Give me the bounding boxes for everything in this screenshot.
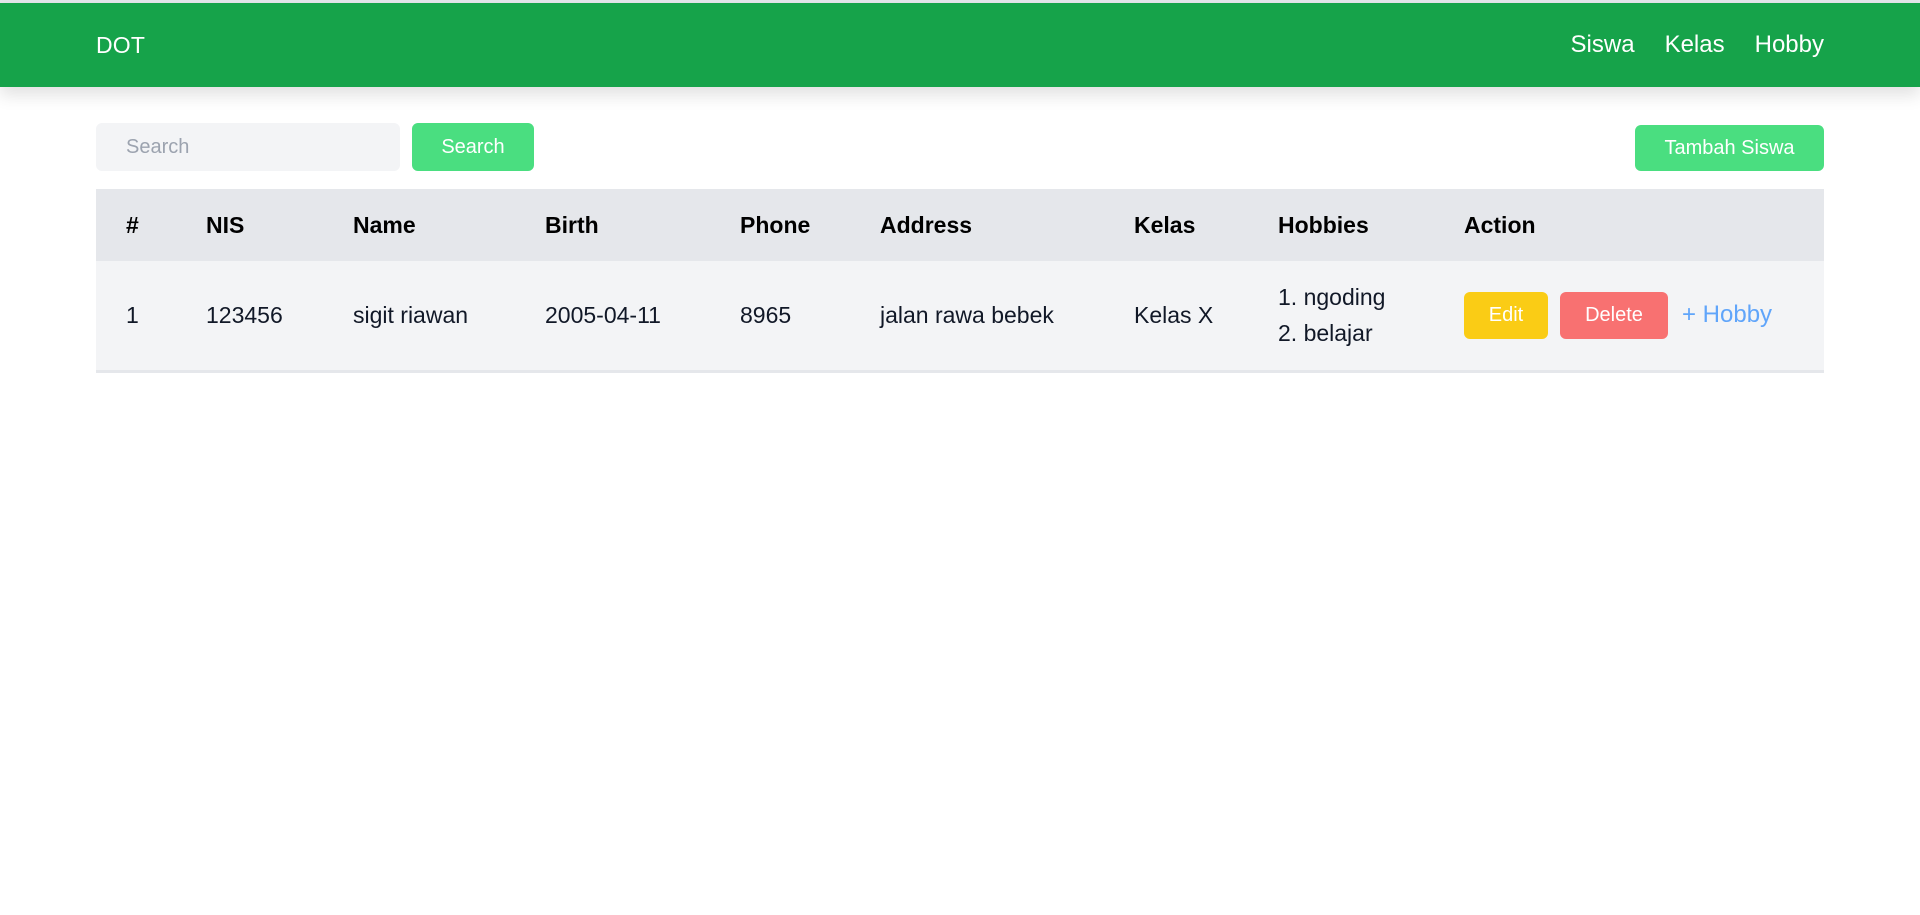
header-action: Action	[1464, 211, 1536, 238]
header-birth: Birth	[545, 211, 599, 238]
header-address: Address	[880, 211, 973, 238]
header-name: Name	[353, 211, 416, 238]
nav-link-hobby[interactable]: Hobby	[1755, 31, 1824, 59]
navbar: DOT Siswa Kelas Hobby	[0, 3, 1920, 87]
nav-link-kelas[interactable]: Kelas	[1665, 31, 1725, 59]
hobby-item: 1. ngoding	[1278, 284, 1386, 311]
cell-hobbies: 1. ngoding 2. belajar	[1248, 261, 1434, 371]
search-input[interactable]	[96, 123, 400, 171]
header-kelas: Kelas	[1134, 211, 1196, 238]
cell-phone: 8965	[740, 301, 792, 328]
nav-link-siswa[interactable]: Siswa	[1571, 31, 1635, 59]
add-hobby-link[interactable]: + Hobby	[1682, 301, 1772, 329]
row-actions: Edit Delete + Hobby	[1464, 291, 1824, 339]
header-phone: Phone	[740, 211, 811, 238]
cell-number: 1	[126, 301, 139, 328]
header-nis: NIS	[206, 211, 245, 238]
toolbar: Search Tambah Siswa	[96, 123, 1824, 171]
table-row: 1 123456 sigit riawan 2005-04-11 8965 ja…	[96, 261, 1824, 371]
hobby-item: 2. belajar	[1278, 320, 1373, 347]
nav-links: Siswa Kelas Hobby	[1571, 31, 1824, 59]
cell-address: jalan rawa bebek	[880, 301, 1054, 328]
brand-logo[interactable]: DOT	[96, 32, 145, 59]
cell-name: sigit riawan	[353, 301, 469, 328]
table-header-row: # NIS Name Birth Phone Address Kelas Hob…	[96, 189, 1824, 261]
cell-action: Edit Delete + Hobby	[1434, 261, 1824, 371]
add-siswa-button[interactable]: Tambah Siswa	[1635, 125, 1824, 171]
cell-birth: 2005-04-11	[545, 301, 661, 328]
search-button[interactable]: Search	[412, 123, 534, 171]
cell-nis: 123456	[206, 301, 283, 328]
header-hobbies: Hobbies	[1278, 211, 1369, 238]
siswa-table: # NIS Name Birth Phone Address Kelas Hob…	[96, 189, 1824, 373]
edit-button[interactable]: Edit	[1464, 291, 1548, 339]
header-number: #	[126, 211, 139, 238]
hobby-list: 1. ngoding 2. belajar	[1278, 279, 1434, 351]
delete-button[interactable]: Delete	[1560, 291, 1668, 339]
cell-kelas: Kelas X	[1134, 301, 1214, 328]
